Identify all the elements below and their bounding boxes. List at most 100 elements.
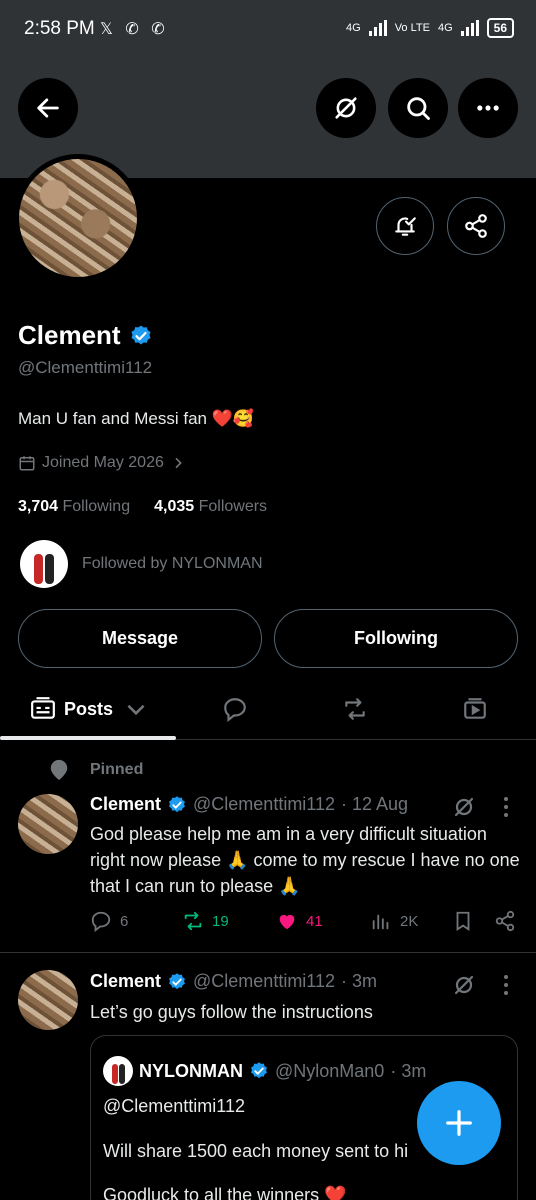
tab-replies[interactable]: [222, 680, 248, 738]
chevron-right-icon: [175, 457, 182, 469]
following-stat[interactable]: 3,704 Following: [18, 498, 130, 516]
following-count: 3,704: [18, 498, 59, 515]
share-button[interactable]: [494, 910, 516, 932]
profile-avatar[interactable]: [14, 154, 142, 282]
tweet-divider: [0, 952, 536, 953]
tweet-avatar[interactable]: [18, 970, 78, 1030]
followed-by-row[interactable]: Followed by NYLONMAN: [20, 540, 263, 588]
posts-icon: [31, 697, 55, 719]
pin-icon: [50, 759, 68, 781]
pinned-label-row: Pinned: [48, 758, 143, 782]
signal-icon: [368, 20, 387, 36]
share-icon: [465, 214, 487, 238]
pinned-text: Pinned: [90, 761, 144, 778]
tweet-header: Clement @Clementtimi112 · 12 Aug: [90, 794, 408, 815]
repost-count: 19: [212, 912, 229, 930]
more-button[interactable]: [458, 78, 518, 138]
share-profile-button[interactable]: [447, 197, 505, 255]
bookmark-button[interactable]: [452, 910, 474, 932]
tweet-text: Let’s go guys follow the instructions: [90, 1002, 373, 1022]
quoted-time: · 3m: [390, 1060, 427, 1081]
repost-button[interactable]: 19: [182, 910, 229, 932]
quoted-text-line: Will share 1500 each money sent to hi: [103, 1141, 409, 1161]
quoted-text-line: @Clementtimi112: [103, 1096, 245, 1116]
grok-icon: [335, 97, 357, 119]
tab-reposts[interactable]: [342, 680, 368, 738]
notification-icons: 𝕏 ✆ ✆: [100, 21, 169, 38]
tweet-text: God please help me am in a very difficul…: [90, 824, 520, 896]
network-label-1: 4G: [346, 22, 361, 34]
chevron-down-icon: [127, 704, 145, 716]
profile-name-row: Clement: [18, 320, 153, 351]
follower-avatar: [20, 540, 68, 588]
grok-button[interactable]: [316, 78, 376, 138]
tweet-time: · 3m: [341, 971, 378, 991]
quoted-author-handle: @NylonMan0: [275, 1060, 385, 1081]
quoted-author-name: NYLONMAN: [139, 1060, 243, 1081]
view-count: 2K: [400, 912, 419, 930]
tweet-avatar[interactable]: [18, 794, 78, 854]
tweet-author-handle: @Clementtimi112: [193, 971, 336, 991]
quoted-author-avatar: [103, 1056, 133, 1086]
status-time: 2:58 PM: [24, 18, 95, 39]
profile-tabs: Posts: [0, 680, 536, 740]
more-vertical-icon[interactable]: [496, 795, 516, 819]
active-tab-indicator: [0, 736, 176, 740]
quoted-tweet-header: NYLONMAN @NylonMan0 · 3m: [103, 1056, 426, 1086]
followers-count: 4,035: [154, 498, 195, 515]
like-count: 41: [306, 912, 323, 930]
views-chart-icon: [372, 914, 389, 930]
reply-count: 6: [120, 912, 129, 930]
reply-icon: [91, 911, 111, 932]
search-button[interactable]: [388, 78, 448, 138]
views-button[interactable]: 2K: [370, 910, 418, 932]
compose-post-button[interactable]: [417, 1081, 501, 1165]
followers-stat[interactable]: 4,035 Followers: [154, 498, 267, 516]
status-bar: 2:58 PM 𝕏 ✆ ✆ 4G Vo LTE 4G 56: [0, 0, 536, 60]
verified-badge-icon: [131, 325, 151, 344]
joined-date-link[interactable]: Joined May 2026: [18, 454, 186, 472]
tab-posts-label: Posts: [64, 698, 114, 719]
followers-label: Followers: [198, 498, 268, 515]
plus-icon: [446, 1110, 472, 1136]
repost-icon: [184, 911, 202, 931]
tab-media[interactable]: [462, 680, 488, 738]
heart-filled-icon: [279, 914, 295, 930]
reply-button[interactable]: 6: [90, 910, 128, 932]
status-right: 4G Vo LTE 4G 56: [346, 18, 514, 38]
network-label-2: Vo LTE: [394, 22, 430, 34]
profile-bio: Man U fan and Messi fan ❤️🥰: [18, 409, 255, 428]
back-button[interactable]: [18, 78, 78, 138]
battery-indicator: 56: [486, 18, 514, 38]
repost-icon: [345, 698, 365, 720]
verified-badge-icon: [251, 1062, 267, 1079]
arrow-left-icon: [37, 98, 59, 118]
grok-icon[interactable]: [452, 973, 476, 997]
tweet-author-name[interactable]: Clement: [90, 794, 161, 815]
followed-by-text: Followed by NYLONMAN: [82, 555, 263, 572]
quoted-text-line: Goodluck to all the winners ❤️: [103, 1185, 347, 1200]
more-vertical-icon[interactable]: [496, 973, 516, 997]
following-button[interactable]: Following: [274, 609, 518, 668]
tweet-author-handle: @Clementtimi112: [193, 794, 336, 814]
signal-icon-2: [460, 20, 479, 36]
tab-posts[interactable]: Posts: [30, 680, 149, 738]
more-dots-icon: [477, 105, 499, 111]
notifications-button[interactable]: [376, 197, 434, 255]
profile-name: Clement: [18, 320, 121, 350]
joined-date: Joined May 2026: [42, 454, 164, 471]
grok-icon[interactable]: [452, 795, 476, 819]
network-label-3: 4G: [437, 22, 453, 34]
message-button[interactable]: Message: [18, 609, 262, 668]
tweet-actions: 6 19 41 2K: [90, 910, 520, 940]
tweet-header: Clement @Clementtimi112 · 3m: [90, 971, 377, 992]
tweet-time: · 12 Aug: [341, 794, 409, 814]
follow-stats: 3,704 Following 4,035 Followers: [18, 498, 267, 516]
like-button[interactable]: 41: [276, 910, 323, 932]
following-label: Following: [62, 498, 131, 515]
tweet-author-name[interactable]: Clement: [90, 971, 161, 992]
bookmark-icon: [456, 911, 470, 931]
reply-bubble-icon: [224, 698, 246, 722]
verified-badge-icon: [169, 795, 185, 812]
video-icon: [464, 698, 486, 719]
